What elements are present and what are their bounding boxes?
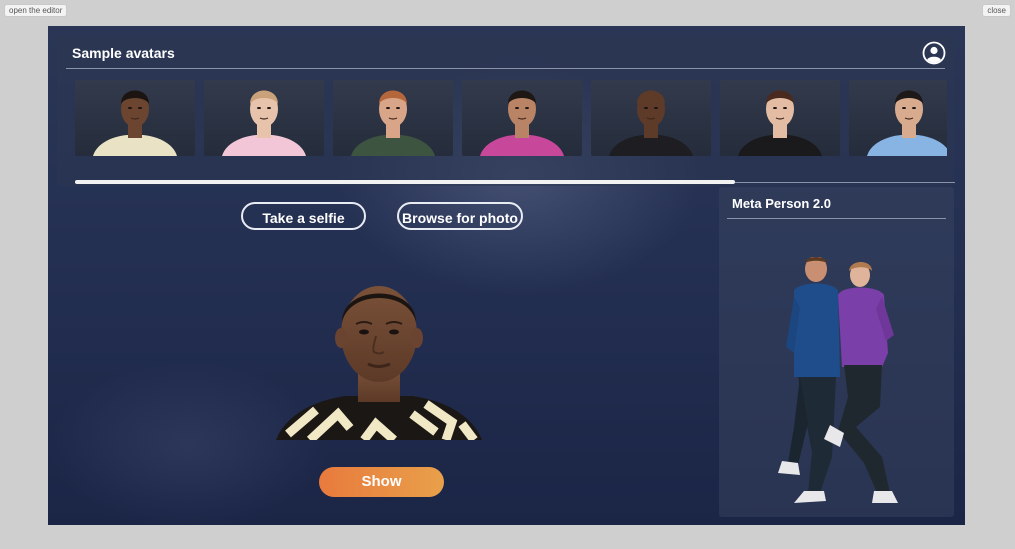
meta-person-title: Meta Person 2.0 [732, 196, 831, 211]
meta-person-panel[interactable]: Meta Person 2.0 [719, 187, 954, 517]
avatar-woman-colorful-top-icon [480, 90, 564, 156]
selected-avatar-preview [276, 286, 482, 440]
avatar-young-man-patterned-shirt-icon [93, 90, 177, 156]
take-selfie-button[interactable]: Take a selfie [241, 202, 366, 230]
avatar-man-blue-shirt-icon [867, 90, 947, 156]
sample-avatars-title: Sample avatars [72, 45, 175, 61]
avatar-carousel[interactable] [75, 80, 947, 156]
avatar-tile[interactable] [720, 80, 840, 156]
close-button[interactable]: close [982, 4, 1011, 17]
avatar-tile[interactable] [462, 80, 582, 156]
avatar-woman-black-blazer-icon [738, 90, 822, 156]
user-circle-icon[interactable] [922, 41, 946, 65]
avatar-app: Sample avatars Take a selfie Browse for … [48, 26, 965, 525]
meta-person-full-body-figures [778, 257, 898, 503]
avatar-tile[interactable] [75, 80, 195, 156]
show-button[interactable]: Show [319, 467, 444, 497]
meta-title-divider [727, 218, 946, 219]
title-divider [66, 68, 945, 69]
avatar-blonde-woman-pink-top-icon [222, 90, 306, 156]
avatar-tile[interactable] [591, 80, 711, 156]
browse-photo-button[interactable]: Browse for photo [397, 202, 523, 230]
sample-avatars-panel: Sample avatars [57, 36, 955, 186]
carousel-scroll-thumb[interactable] [75, 180, 735, 184]
avatar-tile[interactable] [333, 80, 453, 156]
avatar-tile[interactable] [849, 80, 947, 156]
avatar-redhead-man-green-shirt-icon [351, 90, 435, 156]
avatar-bald-man-suit-icon [609, 90, 693, 156]
avatar-tile[interactable] [204, 80, 324, 156]
open-editor-button[interactable]: open the editor [4, 4, 68, 17]
